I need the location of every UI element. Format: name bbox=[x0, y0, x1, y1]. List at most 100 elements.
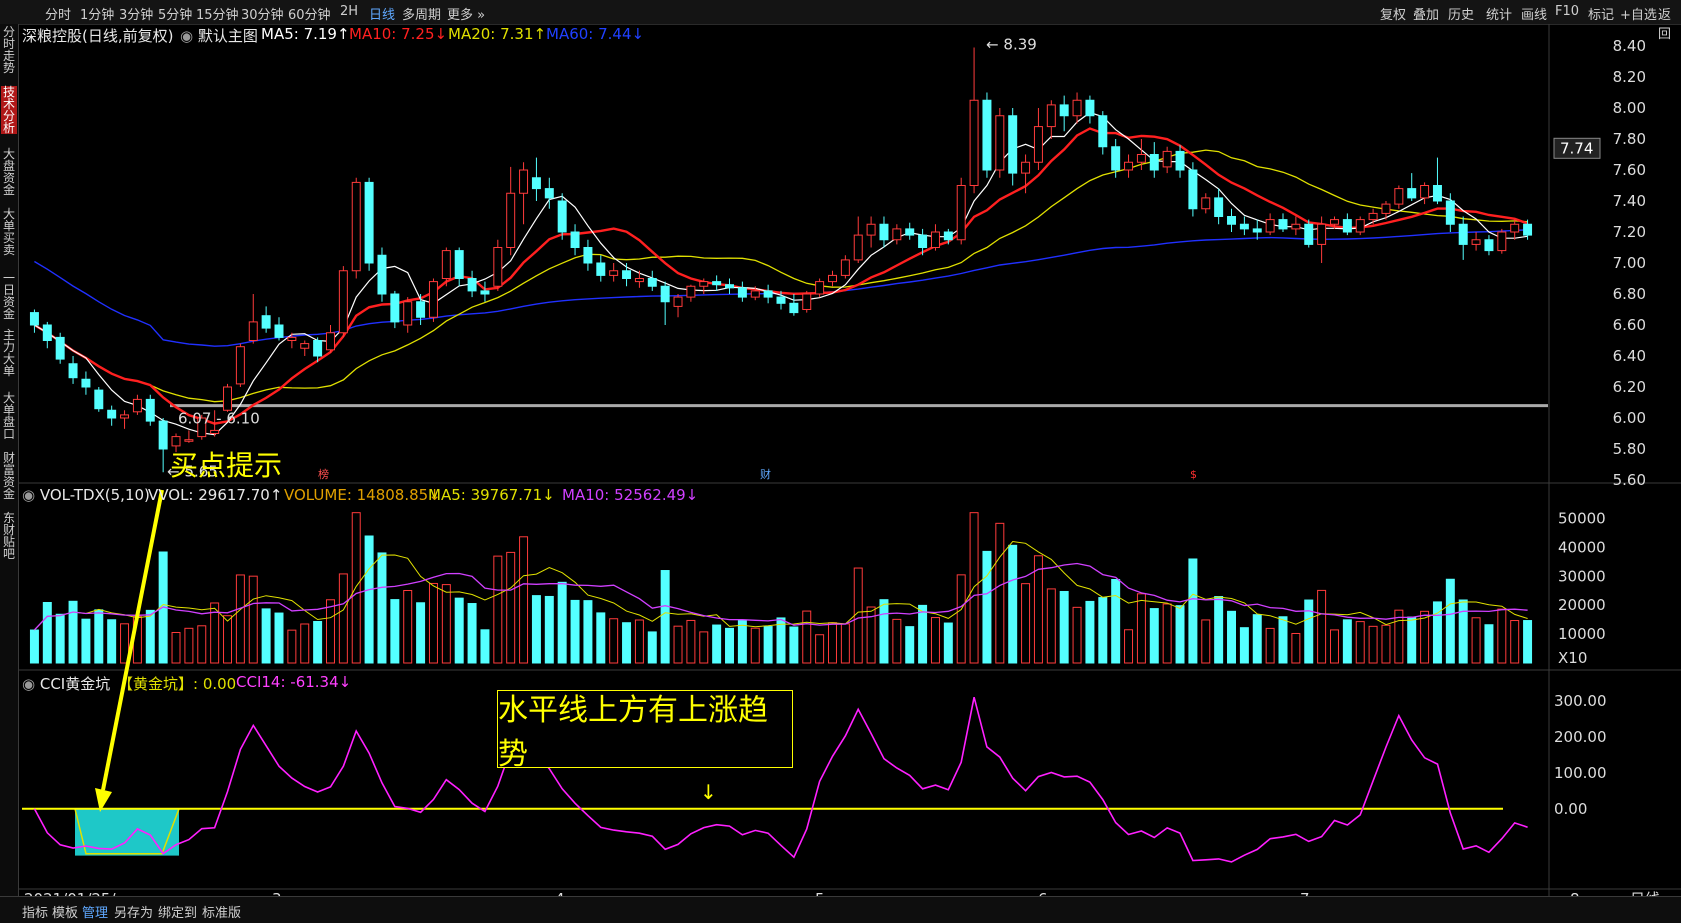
candle-body bbox=[235, 346, 245, 385]
volume-bar bbox=[197, 625, 207, 664]
price-tick: 8.20 bbox=[1613, 68, 1646, 86]
volume-tick: 20000 bbox=[1558, 596, 1606, 614]
price-tick: 8.00 bbox=[1613, 99, 1646, 117]
volume-bar bbox=[55, 613, 65, 664]
cci-title: ◉ CCI黄金坑 bbox=[22, 673, 110, 694]
volume-bar bbox=[313, 620, 323, 664]
bottom-tab-2[interactable]: 管理 bbox=[82, 902, 108, 921]
volume-bar bbox=[596, 612, 606, 664]
volume-bar bbox=[1407, 616, 1417, 664]
price-tick: 6.20 bbox=[1613, 378, 1646, 396]
candle-body bbox=[184, 439, 194, 442]
candle-body bbox=[29, 312, 39, 326]
bottom-tab-5[interactable]: 标准版 bbox=[202, 902, 241, 921]
volume-bar bbox=[969, 512, 979, 664]
volume-bar bbox=[1342, 619, 1352, 664]
bottom-tab-3[interactable]: 另存为 bbox=[114, 902, 153, 921]
volume-bar bbox=[351, 512, 361, 664]
volume-bar bbox=[506, 551, 516, 664]
vol-name: VOL-TDX(5,10) bbox=[39, 486, 150, 504]
volume-bar bbox=[622, 622, 632, 664]
candle-body bbox=[982, 99, 992, 171]
volume-bar bbox=[699, 631, 709, 664]
volume-bar bbox=[802, 610, 812, 664]
volume-bar bbox=[145, 609, 155, 664]
candle-body bbox=[686, 285, 696, 298]
price-tick: 6.00 bbox=[1613, 409, 1646, 427]
volume-bar bbox=[1329, 629, 1339, 664]
volume-bar bbox=[853, 567, 863, 664]
candle-body bbox=[1008, 115, 1018, 174]
volume-bar bbox=[1227, 610, 1237, 664]
cci-tick: 200.00 bbox=[1554, 728, 1607, 746]
candle-body bbox=[351, 181, 361, 272]
candle-body bbox=[647, 278, 657, 287]
volume-bar bbox=[1368, 625, 1378, 664]
candle-body bbox=[1497, 231, 1507, 252]
range-label: 6.07 - 6.10 bbox=[178, 410, 260, 428]
volume-bar bbox=[467, 603, 477, 664]
candle-body bbox=[338, 270, 348, 334]
volume-bar bbox=[660, 570, 670, 664]
volume-bar bbox=[647, 631, 657, 664]
volume-bar bbox=[1201, 619, 1211, 664]
candle-body bbox=[956, 185, 966, 241]
candle-body bbox=[1304, 223, 1314, 245]
pit-label: 【黄金坑】: 0.00 bbox=[118, 675, 237, 693]
candle-body bbox=[441, 250, 451, 280]
candle-body bbox=[1420, 185, 1430, 199]
candle-body bbox=[930, 231, 940, 248]
candle-body bbox=[1214, 197, 1224, 217]
volume-tick: 40000 bbox=[1558, 538, 1606, 556]
candle-body bbox=[969, 99, 979, 186]
candle-body bbox=[1021, 161, 1031, 174]
candle-body bbox=[120, 414, 130, 419]
volume-bar bbox=[377, 552, 387, 664]
volume-bar bbox=[1304, 599, 1314, 664]
volume-bar bbox=[956, 574, 966, 664]
candle-body bbox=[248, 321, 258, 341]
candle-body bbox=[1407, 188, 1417, 199]
candle-body bbox=[1188, 169, 1198, 210]
candle-body bbox=[132, 398, 142, 413]
volume-bar bbox=[1458, 599, 1468, 664]
volume-bar bbox=[905, 626, 915, 664]
candle-body bbox=[1239, 223, 1249, 230]
bottom-tab-1[interactable]: 模板 bbox=[52, 902, 78, 921]
chart-mode[interactable]: ◉ 默认主图 bbox=[180, 25, 258, 46]
candle-body bbox=[815, 281, 825, 295]
volume-bar bbox=[712, 624, 722, 664]
volume-bar bbox=[827, 622, 837, 664]
volume-bar bbox=[1291, 632, 1301, 664]
volume-bar bbox=[1111, 579, 1121, 664]
candle-body bbox=[223, 386, 233, 411]
volume-bar bbox=[94, 609, 104, 664]
candle-body bbox=[995, 115, 1005, 171]
candle-body bbox=[428, 281, 438, 318]
vol-ma5-label: MA5: 39767.71↓ bbox=[428, 486, 555, 504]
candle-body bbox=[1111, 146, 1121, 171]
volume-bar bbox=[1008, 544, 1018, 664]
cci-tick: 0.00 bbox=[1554, 800, 1587, 818]
volume-bar bbox=[68, 600, 78, 664]
volume-bar bbox=[1124, 629, 1134, 664]
candle-body bbox=[1085, 99, 1095, 117]
bottom-tab-4[interactable]: 绑定到 bbox=[158, 902, 197, 921]
vol-title: ◉ VOL-TDX(5,10) bbox=[22, 486, 150, 504]
bottom-tab-0[interactable]: 指标 bbox=[22, 902, 48, 921]
candle-body bbox=[81, 378, 91, 388]
candle-body bbox=[287, 336, 297, 341]
volume-bar bbox=[1445, 578, 1455, 664]
volume-bar bbox=[1265, 627, 1275, 664]
candle-body bbox=[840, 259, 850, 276]
volume-bar bbox=[892, 618, 902, 664]
vol-ma10-line bbox=[33, 562, 1528, 631]
volume-bar bbox=[1381, 624, 1391, 664]
volume-bar bbox=[686, 619, 696, 664]
candle-body bbox=[1046, 104, 1056, 128]
volume-bar bbox=[609, 618, 619, 664]
candle-body bbox=[1265, 219, 1275, 233]
candle-body bbox=[274, 324, 284, 338]
volume-bar bbox=[570, 599, 580, 664]
vvol-label: VVOL: 29617.70↑ bbox=[148, 486, 283, 504]
